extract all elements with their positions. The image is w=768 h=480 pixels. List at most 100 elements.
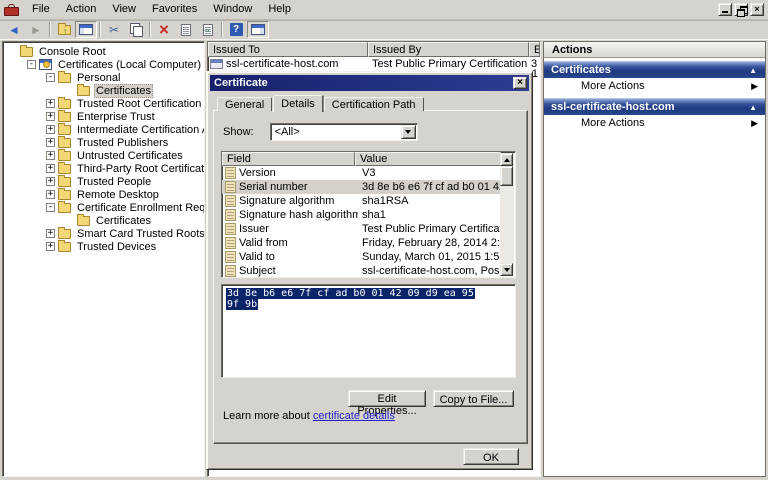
scroll-down-icon[interactable] bbox=[500, 263, 513, 276]
collapse-icon[interactable]: ▲ bbox=[749, 103, 757, 112]
dialog-titlebar[interactable]: Certificate × bbox=[210, 75, 529, 91]
minimize-button[interactable] bbox=[718, 3, 732, 16]
tab-details[interactable]: Details bbox=[273, 95, 323, 112]
tree-item-trusted-publishers[interactable]: + Trusted Publishers bbox=[3, 136, 204, 149]
serial-number-hex-view[interactable]: 3d 8e b6 e6 7f cf ad b0 01 42 09 d9 ea 9… bbox=[221, 284, 516, 378]
table-scrollbar[interactable] bbox=[500, 153, 514, 276]
expander-minus-icon[interactable]: - bbox=[46, 203, 55, 212]
tree-item-certificate-enrollment-requests[interactable]: -Certificate Enrollment Requests bbox=[3, 201, 204, 214]
field-icon bbox=[225, 167, 236, 179]
action-item-more-actions[interactable]: More Actions▶ bbox=[544, 115, 765, 132]
field-value: Test Public Primary Certificatio... bbox=[358, 223, 501, 235]
document-glyph bbox=[181, 24, 191, 36]
show-action-pane-icon[interactable] bbox=[247, 21, 269, 38]
certificate-row[interactable]: ssl-certificate-host.comTest Public Prim… bbox=[208, 57, 540, 71]
expander-minus-icon[interactable]: - bbox=[27, 60, 36, 69]
restore-button[interactable] bbox=[734, 3, 748, 16]
menu-action[interactable]: Action bbox=[58, 1, 105, 18]
folder-icon bbox=[77, 86, 90, 96]
tree-item-trusted-people[interactable]: +Trusted People bbox=[3, 175, 204, 188]
issued-to-text: ssl-certificate-host.com bbox=[226, 58, 338, 70]
field-row-serial-number[interactable]: Serial number3d 8e b6 e6 7f cf ad b0 01 … bbox=[222, 180, 501, 194]
show-dropdown[interactable]: <All> bbox=[270, 123, 418, 141]
ok-button[interactable]: OK bbox=[463, 448, 519, 465]
tree-item-untrusted-certificates[interactable]: +Untrusted Certificates bbox=[3, 149, 204, 162]
folder-icon bbox=[58, 242, 71, 252]
expander-plus-icon[interactable]: + bbox=[46, 164, 55, 173]
back-icon[interactable] bbox=[3, 21, 25, 38]
tree-item-trusted-devices[interactable]: +Trusted Devices bbox=[3, 240, 204, 253]
tree-item-intermediate-certification-authorities[interactable]: +Intermediate Certification Authorities bbox=[3, 123, 204, 136]
menu-favorites[interactable]: Favorites bbox=[144, 1, 205, 18]
menu-window[interactable]: Window bbox=[205, 1, 260, 18]
field-row-version[interactable]: VersionV3 bbox=[222, 166, 501, 180]
collapse-icon[interactable]: ▲ bbox=[749, 66, 757, 75]
expander-plus-icon[interactable]: + bbox=[46, 125, 55, 134]
up-level-icon[interactable]: ↑ bbox=[53, 21, 75, 38]
expander-plus-icon[interactable]: + bbox=[46, 229, 55, 238]
expander-minus-icon[interactable]: - bbox=[46, 73, 55, 82]
dialog-close-icon[interactable]: × bbox=[513, 77, 527, 89]
column-header-issued-to[interactable]: Issued To bbox=[208, 42, 368, 57]
tree-item-console-root[interactable]: +Console Root bbox=[3, 45, 204, 58]
expander-plus-icon[interactable]: + bbox=[46, 112, 55, 121]
field-row-valid-to[interactable]: Valid toSunday, March 01, 2015 1:59:... bbox=[222, 250, 501, 264]
tree-item-certificates-local-computer[interactable]: -Certificates (Local Computer) bbox=[3, 58, 204, 71]
tree-item-personal[interactable]: -Personal bbox=[3, 71, 204, 84]
forward-icon[interactable] bbox=[25, 21, 47, 38]
action-section-certificates[interactable]: Certificates▲ bbox=[544, 61, 765, 78]
column-header-e[interactable]: E bbox=[529, 42, 540, 57]
dropdown-arrow-icon[interactable] bbox=[401, 125, 416, 139]
tree-item-remote-desktop[interactable]: +Remote Desktop bbox=[3, 188, 204, 201]
tree-item-enterprise-trust[interactable]: + Enterprise Trust bbox=[3, 110, 204, 123]
console-tree: +Console Root-Certificates (Local Comput… bbox=[2, 41, 205, 477]
field-row-issuer[interactable]: IssuerTest Public Primary Certificatio..… bbox=[222, 222, 501, 236]
tree-item-label: Enterprise Trust bbox=[75, 111, 157, 123]
field-icon bbox=[225, 265, 236, 277]
export-list-icon[interactable]: → bbox=[197, 21, 219, 38]
expander-plus-icon[interactable]: + bbox=[46, 242, 55, 251]
expander-plus-icon[interactable]: + bbox=[46, 99, 55, 108]
show-console-tree-icon[interactable] bbox=[75, 21, 97, 38]
console-app-icon[interactable] bbox=[4, 3, 19, 16]
field-row-subject[interactable]: Subjectssl-certificate-host.com, Positi.… bbox=[222, 264, 501, 278]
tree-item-label: Trusted Publishers bbox=[75, 137, 170, 149]
tab-certification-path[interactable]: Certification Path bbox=[324, 97, 424, 111]
table-column-value[interactable]: Value bbox=[355, 152, 501, 166]
expander-plus-icon[interactable]: + bbox=[46, 138, 55, 147]
certificate-details-link[interactable]: certificate details bbox=[313, 410, 395, 422]
delete-icon[interactable] bbox=[153, 21, 175, 38]
submenu-arrow-icon: ▶ bbox=[751, 81, 758, 92]
copy-to-file-button[interactable]: Copy to File... bbox=[433, 390, 514, 407]
close-button[interactable]: × bbox=[750, 3, 764, 16]
field-row-valid-from[interactable]: Valid fromFriday, February 28, 2014 2:0.… bbox=[222, 236, 501, 250]
tree-item-trusted-root-certification-authorities[interactable]: +Trusted Root Certification Authorities bbox=[3, 97, 204, 110]
properties-icon[interactable] bbox=[175, 21, 197, 38]
tree-item-certificates[interactable]: +Certificates bbox=[3, 214, 204, 227]
action-item-more-actions[interactable]: More Actions▶ bbox=[544, 78, 765, 95]
folder-icon bbox=[58, 190, 71, 200]
action-item-label: More Actions bbox=[581, 117, 645, 129]
expander-plus-icon[interactable]: + bbox=[46, 190, 55, 199]
help-icon[interactable]: ? bbox=[225, 21, 247, 38]
field-row-signature-algorithm[interactable]: Signature algorithmsha1RSA bbox=[222, 194, 501, 208]
tab-general[interactable]: General bbox=[217, 97, 272, 111]
menu-file[interactable]: File bbox=[24, 1, 58, 18]
action-section-ssl-certificate-host-com[interactable]: ssl-certificate-host.com▲ bbox=[544, 98, 765, 115]
copy-icon[interactable] bbox=[125, 21, 147, 38]
expander-plus-icon[interactable]: + bbox=[46, 177, 55, 186]
scrollbar-thumb[interactable] bbox=[500, 166, 513, 186]
scroll-up-icon[interactable] bbox=[500, 153, 513, 166]
edit-properties-button[interactable]: Edit Properties... bbox=[348, 390, 426, 407]
tree-item-third-party-root-certification-authorities[interactable]: +Third-Party Root Certification Authorit… bbox=[3, 162, 204, 175]
menu-view[interactable]: View bbox=[104, 1, 144, 18]
tree-item-smart-card-trusted-roots[interactable]: +Smart Card Trusted Roots bbox=[3, 227, 204, 240]
cut-icon[interactable] bbox=[103, 21, 125, 38]
table-column-field[interactable]: Field bbox=[222, 152, 355, 166]
expander-plus-icon[interactable]: + bbox=[46, 151, 55, 160]
menu-help[interactable]: Help bbox=[260, 1, 299, 18]
toolbar-separator bbox=[149, 22, 151, 37]
field-row-signature-hash-algorithm[interactable]: Signature hash algorithmsha1 bbox=[222, 208, 501, 222]
column-header-issued-by[interactable]: Issued By bbox=[368, 42, 529, 57]
tree-item-certificates[interactable]: +Certificates bbox=[3, 84, 204, 97]
